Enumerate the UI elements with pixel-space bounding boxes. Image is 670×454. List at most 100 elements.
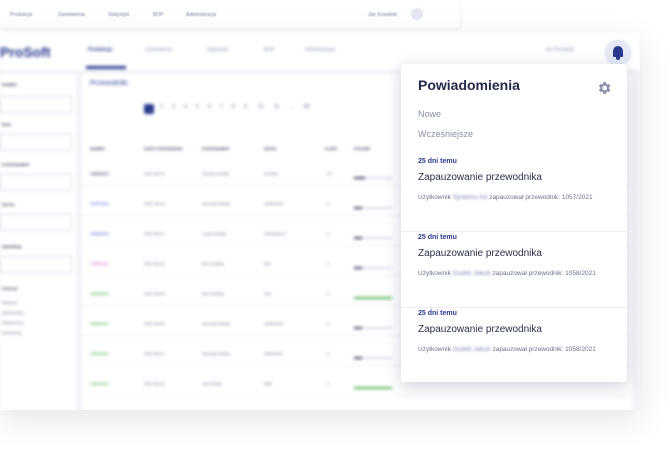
page-button[interactable]: 6 <box>208 104 211 110</box>
table-cell-date: 2021-08-20 <box>144 291 165 296</box>
table-cell-num: 1057/2021 <box>90 201 109 206</box>
bell-clapper <box>616 57 620 60</box>
nav-administracja[interactable]: Administracja <box>305 47 335 53</box>
tab-new[interactable]: Nowe <box>418 109 441 119</box>
nav-bop[interactable]: BOP <box>264 47 275 53</box>
page-button[interactable]: 89 <box>304 104 310 110</box>
notification-item[interactable]: 25 dni temu Zapauzowanie przewodnika Uży… <box>401 310 627 382</box>
desc-ref[interactable]: 1058/2021 <box>565 346 596 353</box>
progress-fill <box>354 207 362 209</box>
filter-option[interactable]: Aktywny <box>2 300 17 305</box>
desc-user[interactable]: Dudek Jakub <box>453 270 491 277</box>
table-cell-detail: Płot <box>264 261 271 266</box>
topbar-user: Jan Kowalski <box>545 47 575 53</box>
progress-fill <box>354 327 362 329</box>
gear-icon[interactable] <box>596 80 612 96</box>
table-cell-qty: 5 <box>327 381 330 386</box>
notification-time: 25 dni temu <box>418 234 457 241</box>
table-cell-client: Lucas Nowak <box>202 231 227 236</box>
table-cell-num: 1053/2021 <box>90 321 109 326</box>
filter-option[interactable]: Wstrzymany <box>2 310 24 315</box>
back-nav-item[interactable]: Produkcja <box>10 12 32 18</box>
filter-label: MATERIAŁ <box>2 244 23 249</box>
progress-bar <box>354 387 392 389</box>
filter-option[interactable]: Zakończony <box>2 320 24 325</box>
back-nav-item[interactable]: Statystyki <box>108 12 129 18</box>
desc-prefix: Użytkownik <box>418 270 451 277</box>
filter-label: NUMER <box>2 82 17 87</box>
desc-prefix: Użytkownik <box>418 346 451 353</box>
table-cell-qty: 20 <box>327 171 332 176</box>
table-cell-num: 1054/2021 <box>90 291 109 296</box>
column-header[interactable]: KONTRAHENT <box>202 146 230 151</box>
column-header[interactable]: POSTĘP <box>354 146 370 151</box>
page-button[interactable]: 4 <box>184 104 187 110</box>
desc-suffix: zapauzował przewodnik: <box>489 194 561 201</box>
notification-time: 25 dni temu <box>418 310 457 317</box>
avatar[interactable] <box>411 8 423 20</box>
desc-user[interactable]: Dudek Jakub <box>453 346 491 353</box>
filter-label: KONTRAHENT <box>2 162 30 167</box>
progress-bar <box>354 357 392 359</box>
filter-field[interactable] <box>0 256 72 273</box>
desc-user[interactable]: Systemu Ad <box>453 194 488 201</box>
notification-description: Użytkownik Systemu Ad zapauzował przewod… <box>418 192 610 203</box>
page-button[interactable]: 3 <box>172 104 175 110</box>
table-cell-qty: 5 <box>327 201 330 206</box>
filter-field[interactable] <box>0 214 72 231</box>
progress-bar <box>354 237 392 239</box>
page-button[interactable]: 9 <box>244 104 247 110</box>
filter-field[interactable] <box>0 96 72 113</box>
column-header[interactable]: DATA UTWORZENIA <box>144 146 183 151</box>
notifications-bell-button[interactable] <box>605 40 631 66</box>
desc-prefix: Użytkownik <box>418 194 451 201</box>
back-nav-user: Jan Kowalski <box>368 12 398 18</box>
tab-earlier[interactable]: Wcześniejsze <box>418 129 473 139</box>
table-cell-num: 1056/2021 <box>90 231 109 236</box>
table-cell-client: Szczotki Polska <box>202 321 231 326</box>
filter-field[interactable] <box>0 174 72 191</box>
nav-zamowienia[interactable]: Zamówienia <box>145 47 172 53</box>
table-cell-client: Bez Ozdoby <box>202 261 224 266</box>
filter-option[interactable]: Anulowany <box>2 330 22 335</box>
notification-description: Użytkownik Dudek Jakub zapauzował przewo… <box>418 344 610 355</box>
page-button[interactable]: 5 <box>196 104 199 110</box>
column-header[interactable]: NUMER <box>90 146 105 151</box>
nav-statystyki[interactable]: Statystyki <box>207 47 228 53</box>
back-nav-item[interactable]: BOP <box>153 12 164 18</box>
desc-ref[interactable]: 1057/2021 <box>562 194 593 201</box>
notification-item[interactable]: 25 dni temu Zapauzowanie przewodnika Uży… <box>401 234 627 308</box>
page-button[interactable]: 7 <box>220 104 223 110</box>
back-nav-item[interactable]: Administracja <box>186 12 216 18</box>
table-cell-detail: VARIO200 <box>264 201 283 206</box>
table-cell-detail: Wentylator F <box>264 231 287 236</box>
table-cell-date: 2021-08-20 <box>144 261 165 266</box>
page-button[interactable]: 11 <box>274 104 279 110</box>
table-cell-num: 1055/2021 <box>90 261 109 266</box>
filter-label: ROK <box>2 122 11 127</box>
notification-title: Zapauzowanie przewodnika <box>418 248 542 259</box>
page-button-active[interactable] <box>144 104 154 114</box>
progress-bar <box>354 327 392 329</box>
page-button[interactable]: 10 <box>258 104 264 110</box>
column-header[interactable]: DETAL <box>264 146 277 151</box>
progress-bar <box>354 297 392 299</box>
notifications-panel: Powiadomienia Nowe Wcześniejsze 25 dni t… <box>401 64 627 382</box>
page-ellipsis: ... <box>290 104 295 110</box>
bell-icon <box>613 46 623 57</box>
back-nav-item[interactable]: Zamówienia <box>58 12 85 18</box>
nav-produkcja[interactable]: Produkcja <box>88 47 112 53</box>
table-cell-num: 1058/2021 <box>90 171 109 176</box>
table-cell-detail: VARIO200 <box>264 351 283 356</box>
progress-fill <box>354 237 362 239</box>
table-cell-detail: Płot <box>264 291 271 296</box>
filter-sidebar: NUMER ROK KONTRAHENT DETAL MATERIAŁ STAT… <box>0 74 76 410</box>
notification-item[interactable]: 25 dni temu Zapauzowanie przewodnika Uży… <box>401 158 627 232</box>
desc-ref[interactable]: 1058/2021 <box>565 270 596 277</box>
page-button[interactable]: 8 <box>232 104 235 110</box>
page-button[interactable]: 2 <box>160 104 163 110</box>
filter-field[interactable] <box>0 134 72 151</box>
column-header[interactable]: ILOŚĆ <box>325 146 337 151</box>
progress-fill <box>354 387 392 389</box>
notification-title: Zapauzowanie przewodnika <box>418 172 542 183</box>
